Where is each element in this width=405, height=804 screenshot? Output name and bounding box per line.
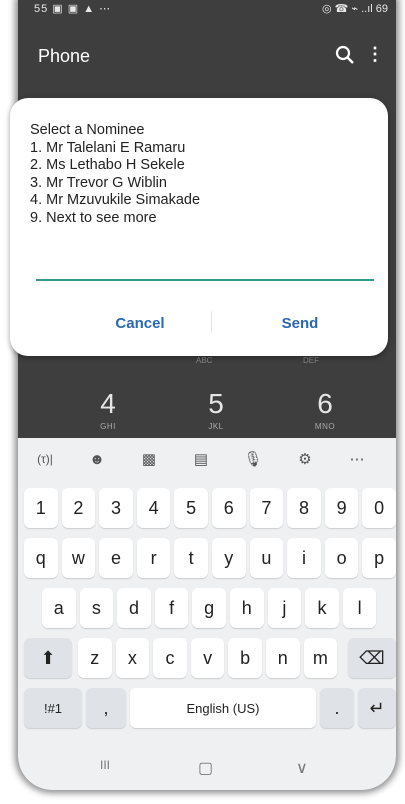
keyboard-row-numbers: 1234567890 — [24, 488, 396, 534]
dialog-line: 3. Mr Trevor G Wiblin — [30, 174, 167, 191]
dial-key-4[interactable]: 4 GHI — [73, 388, 143, 431]
dialog-line: 2. Ms Lethabo H Sekele — [30, 157, 185, 173]
dial-key-number: 5 — [208, 388, 224, 419]
symbols-key[interactable]: !#1 — [24, 688, 82, 728]
dialog-line: Select a Nominee — [30, 122, 145, 138]
button-divider — [211, 311, 212, 333]
comma-key[interactable]: , — [86, 688, 126, 728]
emoji-icon[interactable]: ☻ — [84, 446, 110, 472]
key-letter[interactable]: q — [24, 538, 58, 578]
backspace-key[interactable]: ⌫ — [348, 638, 396, 678]
dial-key-letters: GHI — [100, 422, 116, 431]
search-icon[interactable] — [334, 44, 356, 66]
key-number[interactable]: 6 — [212, 488, 246, 528]
key-letter[interactable]: k — [305, 588, 339, 628]
keyboard-row-top: qwertyuiop — [24, 538, 396, 584]
key-letter[interactable]: a — [42, 588, 76, 628]
recent-apps-icon[interactable]: III — [100, 758, 110, 772]
key-number[interactable]: 7 — [249, 488, 284, 528]
keyboard-row-space: !#1 , English (US) . ↵ — [24, 688, 396, 734]
translate-icon[interactable]: (τ)| — [32, 446, 58, 472]
keyboard-toolbar: (τ)| ☻ ▩ ▤ 🎙 ⚙ ⋯ — [18, 438, 396, 478]
period-key[interactable]: . — [320, 688, 354, 728]
status-bar: 55 ▣ ▣ ▲ ⋯ ◎ ☎ ⌁ ..ıl 69 — [18, 0, 396, 20]
dialog-line: 4. Mr Mzuvukile Simakade — [30, 192, 201, 208]
dial-key-letters: JKL — [208, 422, 224, 431]
more-options-icon[interactable]: ⋯ — [344, 446, 370, 472]
status-right: ◎ ☎ ⌁ ..ıl 69 — [322, 3, 388, 15]
dialog-message: Select a Nominee 1. Mr Talelani E Ramaru 2… — [30, 122, 200, 227]
dial-key-6[interactable]: 6 MNO — [290, 388, 360, 431]
key-letter[interactable]: y — [212, 538, 246, 578]
key-number[interactable]: 2 — [61, 488, 96, 528]
key-letter[interactable]: g — [192, 588, 226, 628]
clipboard-icon[interactable]: ▤ — [188, 446, 214, 472]
back-icon[interactable]: ∨ — [296, 758, 308, 778]
keyboard-row-middle: asdfghjkl — [24, 588, 396, 634]
dial-key-5[interactable]: 5 JKL — [181, 388, 251, 431]
key-letter[interactable]: j — [267, 588, 302, 628]
key-letter[interactable]: u — [249, 538, 284, 578]
dial-key-letters: MNO — [314, 422, 336, 431]
keyboard: (τ)| ☻ ▩ ▤ 🎙 ⚙ ⋯ 1234567890 qwertyuiop a… — [18, 438, 396, 790]
key-letter[interactable]: c — [153, 638, 187, 678]
settings-gear-icon[interactable]: ⚙ — [292, 446, 318, 472]
key-number[interactable]: 9 — [324, 488, 359, 528]
key-number[interactable]: 8 — [287, 488, 321, 528]
dial-key-number: 4 — [100, 388, 116, 419]
key-letter[interactable]: i — [287, 538, 321, 578]
key-letter[interactable]: t — [174, 538, 208, 578]
dialog-line: 9. Next to see more — [30, 209, 157, 226]
key-letter[interactable]: m — [303, 638, 338, 678]
keyboard-row-bottom: ⬆ zxcvbnm ⌫ — [24, 638, 396, 684]
navigation-bar: III ▢ ∨ — [18, 752, 396, 788]
key-letter[interactable]: n — [266, 638, 300, 678]
app-bar: Phone ⋮ — [18, 34, 396, 84]
ussd-dialog: Select a Nominee 1. Mr Talelani E Ramaru 2… — [10, 98, 388, 356]
key-letter[interactable]: z — [78, 638, 112, 678]
key-letter[interactable]: e — [99, 538, 133, 578]
key-letter[interactable]: p — [362, 538, 396, 578]
key-letter[interactable]: v — [190, 638, 225, 678]
key-letter[interactable]: o — [324, 538, 359, 578]
key-letter[interactable]: f — [154, 588, 189, 628]
key-number[interactable]: 0 — [362, 488, 396, 528]
status-left: 55 ▣ ▣ ▲ ⋯ — [34, 3, 112, 15]
dial-key-number: 6 — [317, 388, 333, 419]
dialog-line: 1. Mr Talelani E Ramaru — [30, 139, 186, 156]
sticker-icon[interactable]: ▩ — [136, 446, 162, 472]
key-letter[interactable]: h — [230, 588, 264, 628]
key-number[interactable]: 5 — [174, 488, 208, 528]
key-letter[interactable]: b — [228, 638, 262, 678]
key-letter[interactable]: d — [117, 588, 151, 628]
dial-faded-def: DEF — [303, 356, 319, 365]
key-letter[interactable]: w — [61, 538, 96, 578]
more-vert-icon[interactable]: ⋮ — [366, 44, 384, 65]
key-letter[interactable]: r — [136, 538, 171, 578]
enter-key[interactable]: ↵ — [358, 688, 396, 728]
key-letter[interactable]: x — [115, 638, 150, 678]
space-key[interactable]: English (US) — [130, 688, 316, 728]
key-number[interactable]: 1 — [24, 488, 58, 528]
send-button[interactable]: Send — [230, 308, 370, 338]
key-letter[interactable]: s — [79, 588, 114, 628]
dial-faded-abc: ABC — [196, 356, 213, 365]
cancel-button[interactable]: Cancel — [70, 308, 210, 338]
page-title: Phone — [38, 46, 91, 66]
key-letter[interactable]: l — [342, 588, 377, 628]
microphone-icon[interactable]: 🎙 — [240, 446, 266, 472]
shift-key[interactable]: ⬆ — [24, 638, 72, 678]
response-input[interactable] — [36, 253, 374, 281]
key-number[interactable]: 4 — [136, 488, 171, 528]
key-number[interactable]: 3 — [99, 488, 133, 528]
home-icon[interactable]: ▢ — [198, 758, 213, 778]
